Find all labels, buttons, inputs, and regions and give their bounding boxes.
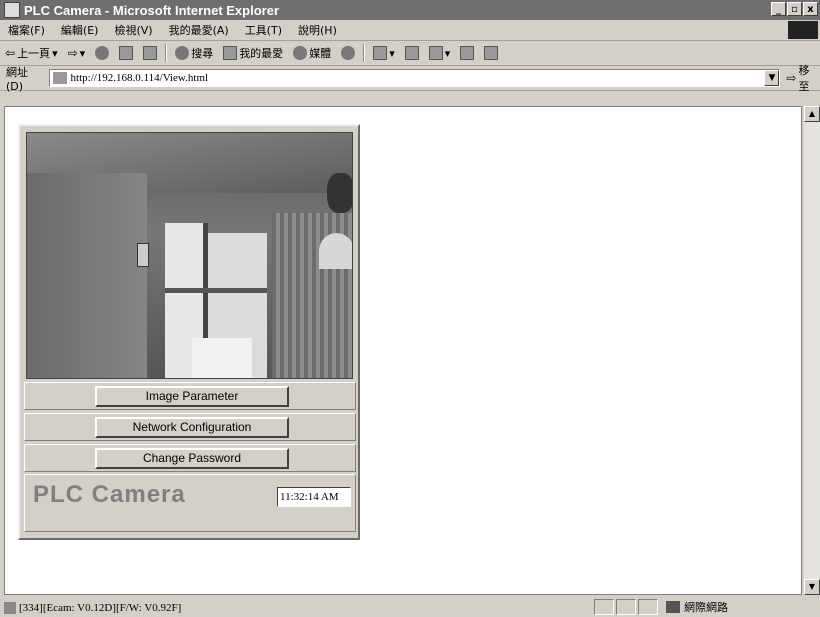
home-icon (143, 46, 158, 60)
maximize-button[interactable]: ▫ (787, 2, 802, 16)
chevron-down-icon: ▾ (52, 46, 58, 60)
menu-favorites[interactable]: 我的最愛(A) (161, 22, 237, 38)
camera-view (26, 132, 353, 379)
windows-logo-icon (788, 21, 818, 39)
discuss-icon (460, 46, 475, 60)
network-configuration-row: Network Configuration (24, 413, 356, 441)
menu-help[interactable]: 說明(H) (290, 22, 345, 38)
history-icon (341, 46, 356, 60)
status-pane (594, 599, 614, 615)
title-bar: PLC Camera - Microsoft Internet Explorer… (0, 0, 820, 20)
internet-zone-icon (666, 601, 680, 613)
address-url: http://192.168.0.114/View.html (70, 72, 209, 84)
chevron-down-icon: ▾ (444, 46, 451, 60)
address-dropdown-button[interactable]: ▼ (764, 70, 780, 86)
media-icon (293, 46, 308, 60)
ie-icon (4, 2, 20, 18)
discuss-button[interactable] (455, 43, 479, 63)
image-parameter-button[interactable]: Image Parameter (95, 386, 289, 407)
chevron-down-icon: ▾ (79, 46, 86, 60)
status-text: [334][Ecam: V0.12D][F/W: V0.92F] (19, 601, 182, 614)
back-arrow-icon: ⇦ (5, 46, 16, 60)
status-pane (616, 599, 636, 615)
edit-icon (428, 46, 443, 60)
zone-label: 網際網路 (684, 601, 728, 614)
back-label: 上一頁 (17, 47, 51, 60)
favorites-icon (223, 46, 238, 60)
media-button[interactable]: 媒體 (288, 43, 336, 63)
zone-indicator: 網際網路 (666, 599, 728, 615)
address-label: 網址(D) (6, 65, 28, 93)
toolbar-separator (165, 44, 168, 62)
network-configuration-button[interactable]: Network Configuration (95, 417, 289, 438)
close-button[interactable]: x (803, 2, 818, 16)
print-icon (404, 46, 419, 60)
page-status-icon (4, 601, 16, 614)
search-icon (175, 46, 190, 60)
favorites-label: 我的最愛 (239, 47, 284, 60)
menu-view[interactable]: 檢視(V) (106, 22, 160, 38)
go-arrow-icon: ⇨ (786, 71, 797, 85)
refresh-button[interactable] (114, 43, 138, 63)
forward-button[interactable]: ⇨ ▾ (63, 43, 91, 63)
search-label: 搜尋 (191, 47, 214, 60)
search-button[interactable]: 搜尋 (170, 43, 218, 63)
go-label: 移至 (798, 64, 810, 93)
change-password-row: Change Password (24, 444, 356, 472)
clock-field[interactable]: 11:32:14 AM (277, 487, 351, 507)
scroll-down-button[interactable]: ▼ (804, 579, 820, 595)
brand-title: PLC Camera (33, 481, 186, 508)
media-label: 媒體 (309, 47, 332, 60)
address-input[interactable]: http://192.168.0.114/View.html ▼ (48, 69, 781, 87)
minimize-button[interactable]: _ (771, 2, 786, 16)
menu-bar: 檔案(F) 編輯(E) 檢視(V) 我的最愛(A) 工具(T) 說明(H) (0, 20, 820, 41)
status-bar: [334][Ecam: V0.12D][F/W: V0.92F] 網際網路 (0, 598, 820, 617)
page-icon (52, 72, 67, 84)
refresh-icon (119, 46, 134, 60)
scroll-up-button[interactable]: ▲ (804, 106, 820, 122)
toolbar-separator (363, 44, 366, 62)
brand-row: PLC Camera 11:32:14 AM (24, 474, 356, 532)
vertical-scrollbar[interactable]: ▲ ▼ (804, 106, 820, 595)
stop-button[interactable] (90, 43, 114, 63)
status-pane (638, 599, 658, 615)
edit-button[interactable]: ▾ (424, 43, 456, 63)
messenger-button[interactable] (479, 43, 503, 63)
menu-edit[interactable]: 編輯(E) (53, 22, 107, 38)
back-button[interactable]: ⇦ 上一頁 ▾ (0, 43, 63, 63)
image-parameter-row: Image Parameter (24, 382, 356, 410)
mail-button[interactable]: ▾ (368, 43, 400, 63)
history-button[interactable] (336, 43, 360, 63)
menu-file[interactable]: 檔案(F) (0, 22, 53, 38)
camera-panel: Image Parameter Network Configuration Ch… (18, 124, 360, 540)
menu-tools[interactable]: 工具(T) (237, 22, 290, 38)
address-bar: 網址(D) http://192.168.0.114/View.html ▼ ⇨… (0, 64, 820, 93)
messenger-icon (484, 46, 499, 60)
home-button[interactable] (138, 43, 162, 63)
go-button[interactable]: ⇨ 移至 (786, 62, 820, 94)
mail-icon (373, 46, 388, 60)
window-title: PLC Camera - Microsoft Internet Explorer (24, 2, 279, 18)
stop-icon (95, 46, 110, 60)
chevron-down-icon: ▾ (389, 46, 395, 60)
print-button[interactable] (400, 43, 424, 63)
forward-arrow-icon: ⇨ (67, 46, 78, 60)
toolbar: ⇦ 上一頁 ▾ ⇨ ▾ 搜尋 我的最愛 媒體 ▾ ▾ (0, 41, 820, 66)
favorites-button[interactable]: 我的最愛 (218, 43, 288, 63)
change-password-button[interactable]: Change Password (95, 448, 289, 469)
